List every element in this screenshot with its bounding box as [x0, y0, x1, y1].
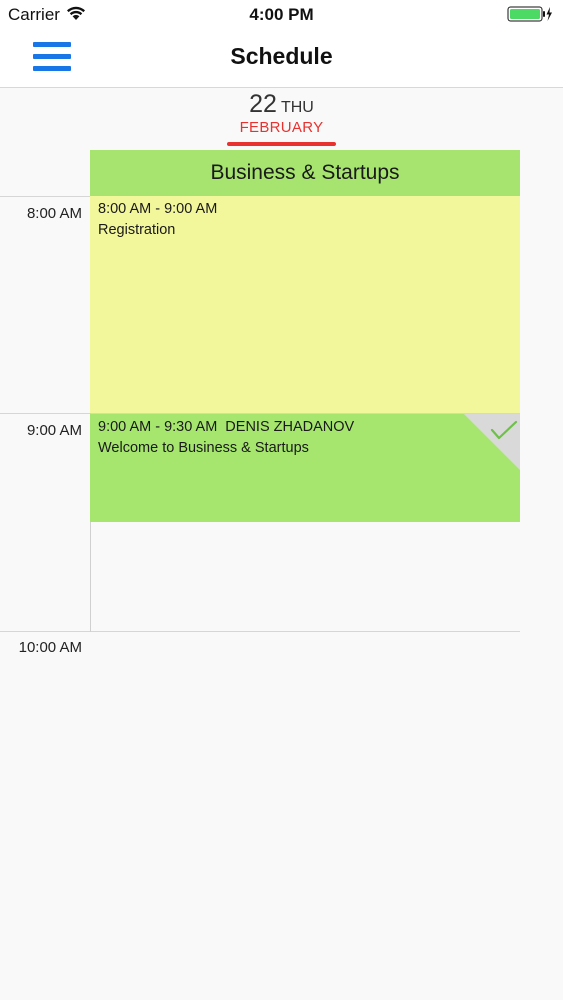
battery-charging-icon — [507, 6, 552, 22]
checkmark-icon[interactable] — [464, 414, 520, 470]
date-weekday: THU — [280, 99, 314, 116]
navigation-bar: Schedule — [0, 30, 563, 88]
selected-date-indicator — [227, 142, 336, 146]
time-label-10am: 10:00 AM — [18, 639, 82, 656]
event-time: 9:00 AM - 9:30 AM — [98, 419, 218, 435]
event-time: 8:00 AM - 9:00 AM — [98, 201, 218, 217]
schedule-grid: Business & Startups 8:00 AM 9:00 AM 10:0… — [0, 150, 563, 1000]
time-label-8am: 8:00 AM — [26, 205, 82, 222]
event-title: Registration — [98, 222, 176, 238]
date-month: FEBRUARY — [239, 119, 324, 136]
schedule-screen: Carrier 4:00 PM Schedule 22THU FEBRUARY — [0, 0, 563, 1000]
date-selector[interactable]: 22 THU FEBRUARY — [0, 88, 563, 150]
date-day: 22 — [249, 90, 277, 118]
time-label-9am: 9:00 AM — [26, 422, 82, 439]
status-bar: Carrier 4:00 PM — [0, 0, 563, 30]
event-time-line: 9:00 AM - 9:30 AM DENIS ZHADANOV — [98, 417, 512, 438]
event-title: Welcome to Business & Startups — [98, 440, 309, 456]
event-registration[interactable]: 8:00 AM - 9:00 AM Registration — [90, 196, 520, 413]
track-header[interactable]: Business & Startups — [90, 150, 520, 196]
event-speaker: DENIS ZHADANOV — [225, 419, 355, 435]
event-welcome[interactable]: 9:00 AM - 9:30 AM DENIS ZHADANOV Welcome … — [90, 414, 520, 522]
hour-divider — [0, 631, 520, 632]
page-title: Schedule — [230, 43, 333, 69]
status-time: 4:00 PM — [249, 5, 314, 24]
event-time-line: 8:00 AM - 9:00 AM — [98, 199, 512, 220]
date-line: 22 THU — [0, 90, 563, 119]
